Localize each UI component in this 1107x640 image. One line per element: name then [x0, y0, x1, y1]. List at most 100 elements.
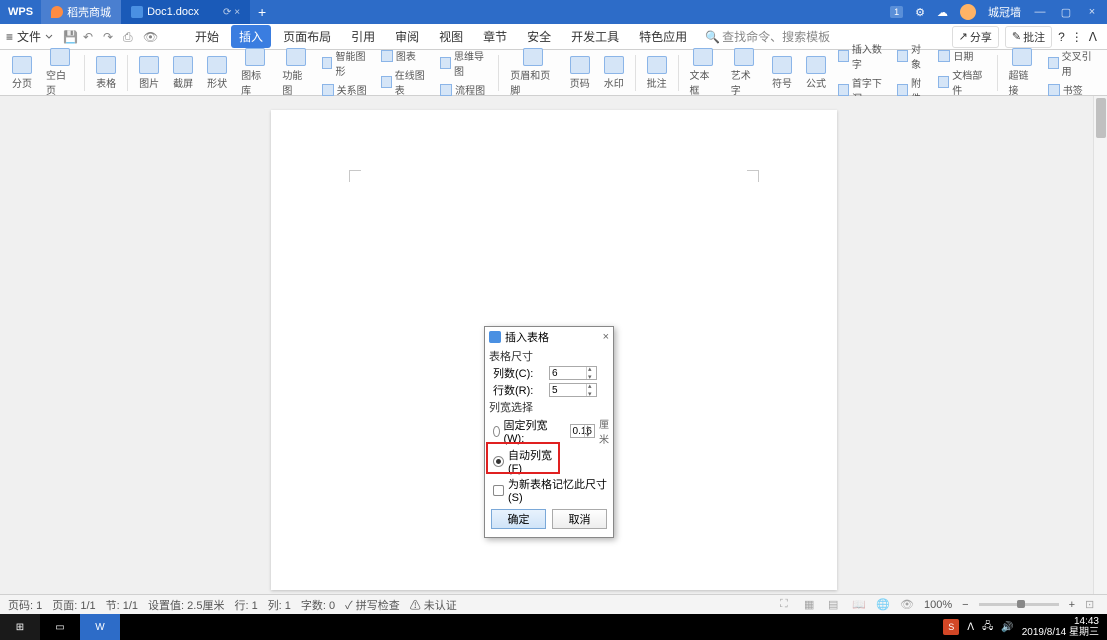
rb-iconlib[interactable]: 图标库 — [235, 46, 274, 99]
redo-icon[interactable]: ↷ — [103, 30, 117, 44]
status-words[interactable]: 字数: 0 — [301, 597, 335, 613]
unit-label: 厘米 — [599, 416, 609, 446]
rb-chart[interactable]: 图表 — [377, 47, 434, 64]
rb-wordart[interactable]: 艺术字 — [725, 46, 764, 99]
annotate-button[interactable]: ✎批注 — [1005, 26, 1052, 48]
cols-spinner[interactable]: 6 — [549, 366, 597, 380]
tab-view[interactable]: 视图 — [431, 25, 471, 48]
dialog-close-button[interactable]: × — [603, 331, 609, 343]
view-web-icon[interactable]: 🌐 — [876, 598, 890, 612]
rb-textbox[interactable]: 文本框 — [684, 46, 723, 99]
maximize-button[interactable]: ▢ — [1059, 6, 1073, 19]
tab-start[interactable]: 开始 — [187, 25, 227, 48]
cloud-icon[interactable]: ☁ — [937, 6, 948, 19]
command-search[interactable]: 🔍 查找命令、搜索模板 — [705, 28, 830, 45]
tab-security[interactable]: 安全 — [519, 25, 559, 48]
close-button[interactable]: × — [1085, 6, 1099, 18]
rb-date[interactable]: 日期 — [934, 47, 991, 64]
rb-mindmap[interactable]: 思维导图 — [436, 47, 493, 79]
tab-special[interactable]: 特色应用 — [631, 25, 695, 48]
view-eye-icon[interactable]: 👁 — [900, 598, 914, 612]
tab-section[interactable]: 章节 — [475, 25, 515, 48]
minimize-button[interactable]: — — [1033, 6, 1047, 18]
file-menu[interactable]: ≡文件 — [6, 28, 53, 45]
dialog-titlebar[interactable]: 插入表格 × — [485, 327, 613, 347]
view-read-icon[interactable]: 📖 — [852, 598, 866, 612]
rb-object[interactable]: 对象 — [893, 40, 932, 72]
tab-doc-label: Doc1.docx — [147, 6, 199, 18]
rb-onlinechart[interactable]: 在线图表 — [377, 66, 434, 98]
rb-docparts[interactable]: 文档部件 — [934, 66, 991, 98]
tab-references[interactable]: 引用 — [343, 25, 383, 48]
ok-button[interactable]: 确定 — [491, 509, 546, 529]
taskbar-wps[interactable]: W — [80, 614, 120, 640]
tray-up-icon[interactable]: ᐱ — [967, 622, 974, 633]
zoom-out-button[interactable]: − — [962, 599, 968, 611]
radio-autowidth[interactable] — [493, 456, 504, 467]
view-fullscreen-icon[interactable]: ⛶ — [780, 598, 794, 612]
ime-icon[interactable]: S — [943, 619, 959, 635]
status-col[interactable]: 列: 1 — [268, 597, 291, 613]
tray-network-icon[interactable]: 🖧 — [982, 619, 993, 636]
rb-pagenum[interactable]: 页码 — [564, 54, 596, 92]
status-section[interactable]: 节: 1/1 — [106, 597, 138, 613]
rb-crossref[interactable]: 交叉引用 — [1044, 47, 1101, 79]
rb-table[interactable]: 表格 — [90, 54, 122, 92]
save-icon[interactable]: 💾 — [63, 30, 77, 44]
more-icon[interactable]: ⋮ — [1071, 30, 1083, 44]
cancel-button[interactable]: 取消 — [552, 509, 607, 529]
rb-smartart[interactable]: 智能图形 — [318, 47, 375, 79]
zoom-in-button[interactable]: + — [1069, 599, 1075, 611]
tab-pagelayout[interactable]: 页面布局 — [275, 25, 339, 48]
zoom-value[interactable]: 100% — [924, 599, 952, 611]
tray-volume-icon[interactable]: 🔊 — [1001, 622, 1013, 633]
rb-blankpage[interactable]: 空白页 — [40, 46, 79, 99]
status-doccheck[interactable]: ⚠ 未认证 — [410, 597, 457, 613]
rb-shapes[interactable]: 形状 — [201, 54, 233, 92]
check-remember[interactable] — [493, 485, 504, 496]
tab-store[interactable]: 稻壳商城 — [41, 0, 121, 24]
preview-icon[interactable]: 👁 — [143, 30, 157, 44]
rb-screenshot[interactable]: 截屏 — [167, 54, 199, 92]
zoom-fit-icon[interactable]: ⊡ — [1085, 598, 1099, 612]
status-pages[interactable]: 页面: 1/1 — [52, 597, 95, 613]
tab-review[interactable]: 审阅 — [387, 25, 427, 48]
tab-actions[interactable]: ⟳ × — [223, 7, 240, 18]
gift-icon[interactable]: ⚙ — [915, 6, 925, 19]
rb-watermark[interactable]: 水印 — [598, 54, 630, 92]
rb-insertnum[interactable]: 插入数字 — [834, 40, 891, 72]
share-button[interactable]: ↗分享 — [952, 26, 999, 48]
tab-doc[interactable]: Doc1.docx ⟳ × — [121, 0, 250, 24]
view-outline-icon[interactable]: ▤ — [828, 598, 842, 612]
undo-icon[interactable]: ↶ — [83, 30, 97, 44]
view-print-icon[interactable]: ▦ — [804, 598, 818, 612]
rb-comment[interactable]: 批注 — [641, 54, 673, 92]
collapse-ribbon-icon[interactable]: ᐱ — [1089, 30, 1097, 44]
tab-developer[interactable]: 开发工具 — [563, 25, 627, 48]
status-setvalue[interactable]: 设置值: 2.5厘米 — [148, 597, 224, 613]
rb-equation[interactable]: 公式 — [800, 54, 832, 92]
fixedwidth-spinner[interactable]: 0.16 — [570, 424, 595, 438]
notification-badge[interactable]: 1 — [890, 6, 903, 18]
rb-funcchart[interactable]: 功能图 — [276, 46, 315, 99]
rb-hyperlink[interactable]: 超链接 — [1003, 46, 1042, 99]
avatar[interactable] — [960, 4, 976, 20]
rb-pagebreak[interactable]: 分页 — [6, 54, 38, 92]
taskview-button[interactable]: ▭ — [40, 614, 80, 640]
tab-insert[interactable]: 插入 — [231, 25, 271, 48]
zoom-slider[interactable] — [979, 603, 1059, 606]
rb-picture[interactable]: 图片 — [133, 54, 165, 92]
print-icon[interactable]: ⎙ — [123, 30, 137, 44]
taskbar-clock[interactable]: 14:43 2019/8/14 星期三 — [1022, 616, 1099, 638]
rb-headerfooter[interactable]: 页眉和页脚 — [504, 46, 561, 99]
start-button[interactable]: ⊞ — [0, 614, 40, 640]
rows-spinner[interactable]: 5 — [549, 383, 597, 397]
rb-symbol[interactable]: 符号 — [766, 54, 798, 92]
help-icon[interactable]: ? — [1058, 30, 1065, 44]
status-line[interactable]: 行: 1 — [234, 597, 257, 613]
status-page[interactable]: 页码: 1 — [8, 597, 42, 613]
status-spellcheck[interactable]: ✓ 拼写检查 — [345, 597, 400, 613]
new-tab-button[interactable]: + — [250, 4, 274, 20]
radio-fixedwidth[interactable] — [493, 426, 500, 437]
vertical-scrollbar[interactable] — [1093, 96, 1107, 594]
